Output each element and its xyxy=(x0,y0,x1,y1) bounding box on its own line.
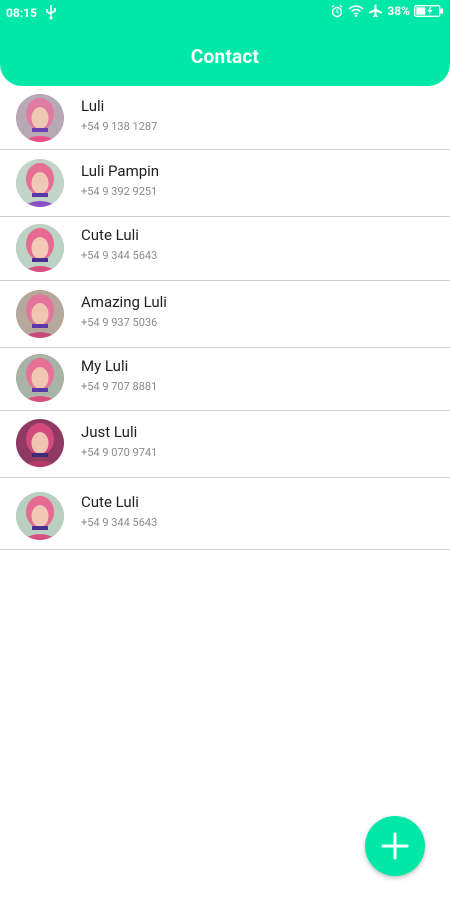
contact-name: Luli Pampin xyxy=(81,162,160,180)
battery-charging-icon xyxy=(414,5,443,17)
status-bar: 08:15 38% xyxy=(0,0,450,28)
add-contact-button[interactable] xyxy=(365,816,425,876)
usb-icon xyxy=(46,5,56,20)
contact-name: Just Luli xyxy=(81,423,138,441)
contact-name: Cute Luli xyxy=(81,493,139,511)
contact-name: Cute Luli xyxy=(81,226,139,244)
contact-phone: +54 9 344 5643 xyxy=(81,249,158,262)
contact-phone: +54 9 138 1287 xyxy=(81,120,158,133)
contact-row[interactable]: Cute Luli +54 9 344 5643 xyxy=(0,478,450,550)
contact-avatar xyxy=(16,290,64,338)
contact-phone: +54 9 392 9251 xyxy=(81,185,158,198)
contact-phone: +54 9 937 5036 xyxy=(81,316,158,329)
battery-percentage: 38% xyxy=(387,4,410,18)
contact-name: Luli xyxy=(81,97,105,115)
page-title: Contact xyxy=(190,45,260,68)
contact-avatar xyxy=(16,224,64,272)
contact-row[interactable]: Amazing Luli +54 9 937 5036 xyxy=(0,281,450,348)
airplane-mode-icon xyxy=(369,4,383,18)
plus-icon xyxy=(381,832,409,860)
contact-phone: +54 9 707 8881 xyxy=(81,380,158,393)
contact-avatar xyxy=(16,94,64,142)
contact-avatar xyxy=(16,354,64,402)
contact-row[interactable]: My Luli +54 9 707 8881 xyxy=(0,348,450,411)
contact-name: Amazing Luli xyxy=(81,293,167,311)
contact-phone: +54 9 070 9741 xyxy=(81,446,158,459)
contact-row[interactable]: Luli Pampin +54 9 392 9251 xyxy=(0,150,450,217)
contact-row[interactable]: Cute Luli +54 9 344 5643 xyxy=(0,217,450,281)
contact-avatar xyxy=(16,159,64,207)
status-icons: 38% xyxy=(330,4,444,18)
app-header: 08:15 38% Contact xyxy=(0,0,450,86)
contact-name: My Luli xyxy=(81,357,129,375)
contact-avatar xyxy=(16,492,64,540)
contact-avatar xyxy=(16,419,64,467)
alarm-icon xyxy=(331,4,343,18)
contact-row[interactable]: Luli +54 9 138 1287 xyxy=(0,86,450,150)
contact-phone: +54 9 344 5643 xyxy=(81,516,158,529)
wifi-icon xyxy=(348,5,364,18)
contact-row[interactable]: Just Luli +54 9 070 9741 xyxy=(0,411,450,478)
contact-list: Luli +54 9 138 1287 Luli Pampin +54 9 39… xyxy=(0,86,450,550)
status-time: 08:15 xyxy=(6,6,37,20)
